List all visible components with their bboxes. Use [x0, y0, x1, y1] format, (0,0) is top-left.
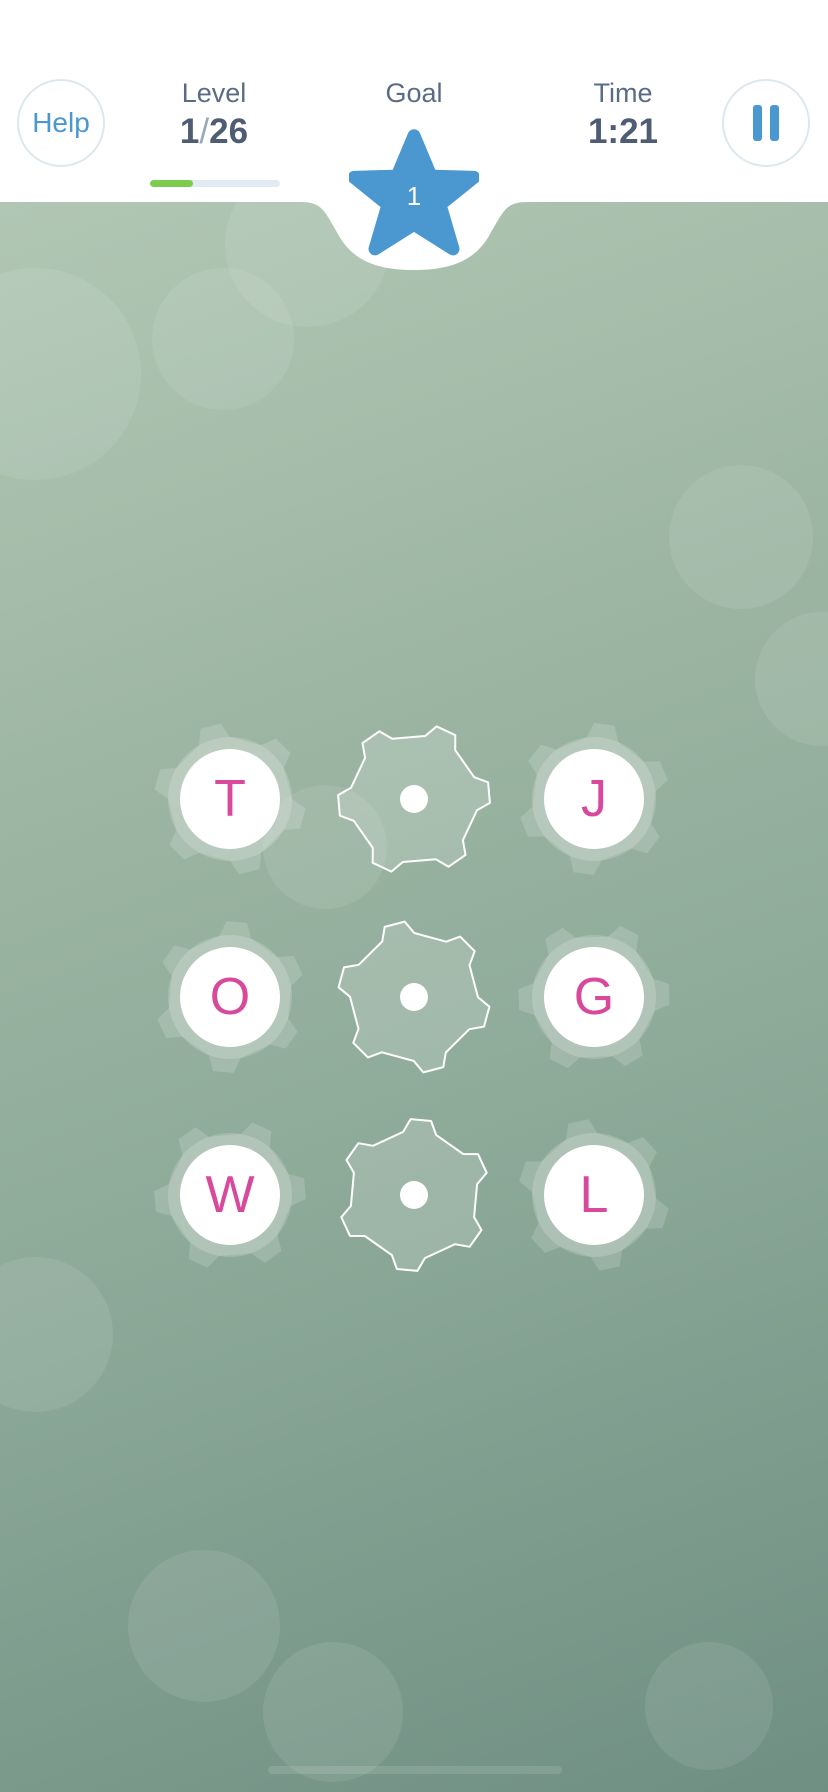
pause-button[interactable]: [722, 79, 810, 167]
gear-center-dot: [400, 983, 428, 1011]
level-progress-fill: [150, 180, 193, 187]
gear-center-dot: [400, 1181, 428, 1209]
level-current: 1: [179, 112, 200, 151]
bokeh-light: [755, 612, 828, 746]
bokeh-light: [128, 1550, 280, 1702]
level-total: 26: [209, 112, 249, 151]
pause-icon: [749, 105, 783, 141]
level-value: 1/26: [180, 112, 248, 152]
bokeh-light: [645, 1642, 773, 1770]
level-separator: /: [199, 112, 210, 151]
time-value: 1:21: [587, 112, 659, 151]
home-indicator: [268, 1766, 562, 1774]
letter-tile-l[interactable]: L: [544, 1145, 644, 1245]
bokeh-light: [0, 1257, 113, 1412]
empty-gear-slot[interactable]: [334, 1115, 494, 1275]
letter-tile-o[interactable]: O: [180, 947, 280, 1047]
bokeh-light: [669, 465, 813, 609]
letter-tile-j[interactable]: J: [544, 749, 644, 849]
letter-tile-w[interactable]: W: [180, 1145, 280, 1245]
letter-tile-g[interactable]: G: [544, 947, 644, 1047]
gear-center-dot: [400, 785, 428, 813]
bokeh-light: [0, 268, 141, 480]
empty-gear-slot[interactable]: [334, 719, 494, 879]
empty-gear-slot[interactable]: [334, 917, 494, 1077]
letter-tile-t[interactable]: T: [180, 749, 280, 849]
help-label: Help: [32, 107, 90, 138]
goal-label: Goal: [385, 78, 443, 108]
time-label: Time: [593, 78, 653, 108]
level-label: Level: [181, 78, 247, 108]
help-button[interactable]: Help: [17, 79, 105, 167]
goal-value: 1: [406, 181, 422, 211]
level-progress-bar: [150, 180, 280, 187]
bokeh-light: [263, 1642, 403, 1782]
